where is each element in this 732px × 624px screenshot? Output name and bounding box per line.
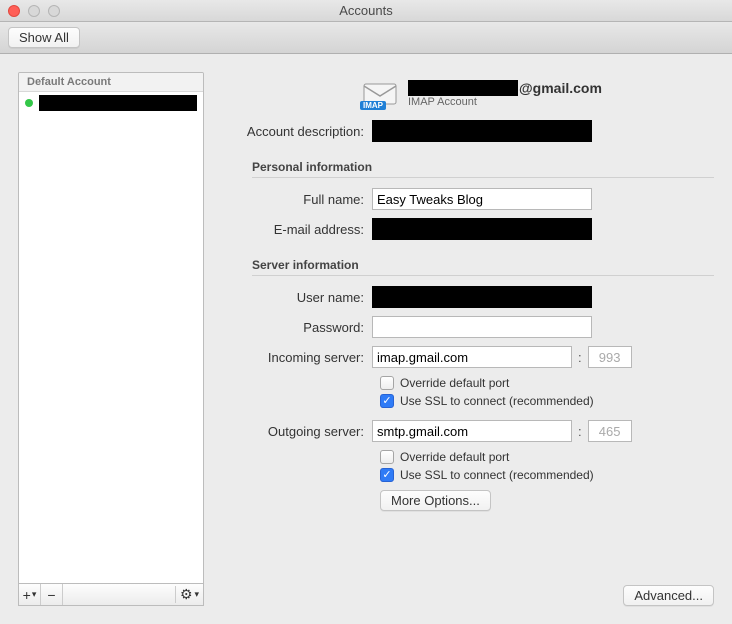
outgoing-server-label: Outgoing server: <box>222 424 372 439</box>
incoming-override-port-label: Override default port <box>400 376 509 390</box>
status-dot-icon <box>25 99 33 107</box>
gear-icon: ⚙ <box>180 586 193 603</box>
titlebar: Accounts <box>0 0 732 22</box>
gear-menu-button[interactable]: ⚙▾ <box>175 586 203 603</box>
user-name-input[interactable] <box>372 286 592 308</box>
close-window-button[interactable] <box>8 5 20 17</box>
email-label: E-mail address: <box>222 222 372 237</box>
imap-badge: IMAP <box>360 101 386 110</box>
description-input[interactable] <box>372 120 592 142</box>
account-email: @gmail.com <box>408 80 602 96</box>
incoming-ssl-checkbox[interactable] <box>380 394 394 408</box>
add-account-button[interactable]: +▾ <box>19 584 41 605</box>
incoming-override-port-checkbox[interactable] <box>380 376 394 390</box>
more-options-button[interactable]: More Options... <box>380 490 491 511</box>
account-header: IMAP @gmail.com IMAP Account <box>362 80 714 108</box>
show-all-button[interactable]: Show All <box>8 27 80 48</box>
incoming-server-input[interactable] <box>372 346 572 368</box>
window-title: Accounts <box>0 3 732 18</box>
advanced-button[interactable]: Advanced... <box>623 585 714 606</box>
description-label: Account description: <box>222 124 372 139</box>
outgoing-server-input[interactable] <box>372 420 572 442</box>
minimize-window-button[interactable] <box>28 5 40 17</box>
server-info-heading: Server information <box>252 258 714 276</box>
email-prefix-redacted <box>408 80 518 96</box>
zoom-window-button[interactable] <box>48 5 60 17</box>
outgoing-ssl-label: Use SSL to connect (recommended) <box>400 468 594 482</box>
incoming-port-input[interactable] <box>588 346 632 368</box>
account-list-item[interactable] <box>19 92 203 114</box>
outgoing-override-port-checkbox[interactable] <box>380 450 394 464</box>
sidebar-footer: +▾ − ⚙▾ <box>18 584 204 606</box>
password-label: Password: <box>222 320 372 335</box>
account-list[interactable]: Default Account <box>18 72 204 584</box>
remove-account-button[interactable]: − <box>41 584 63 605</box>
account-type-label: IMAP Account <box>408 96 602 108</box>
sidebar: Default Account +▾ − ⚙▾ <box>18 72 204 606</box>
toolbar: Show All <box>0 22 732 54</box>
outgoing-ssl-checkbox[interactable] <box>380 468 394 482</box>
incoming-ssl-label: Use SSL to connect (recommended) <box>400 394 594 408</box>
account-list-header: Default Account <box>19 73 203 92</box>
main-panel: IMAP @gmail.com IMAP Account Account des… <box>222 72 714 606</box>
full-name-label: Full name: <box>222 192 372 207</box>
full-name-input[interactable] <box>372 188 592 210</box>
user-name-label: User name: <box>222 290 372 305</box>
incoming-server-label: Incoming server: <box>222 350 372 365</box>
account-name-redacted <box>39 95 197 111</box>
email-input[interactable] <box>372 218 592 240</box>
mail-icon: IMAP <box>362 80 398 108</box>
password-input[interactable] <box>372 316 592 338</box>
outgoing-override-port-label: Override default port <box>400 450 509 464</box>
personal-info-heading: Personal information <box>252 160 714 178</box>
outgoing-port-input[interactable] <box>588 420 632 442</box>
